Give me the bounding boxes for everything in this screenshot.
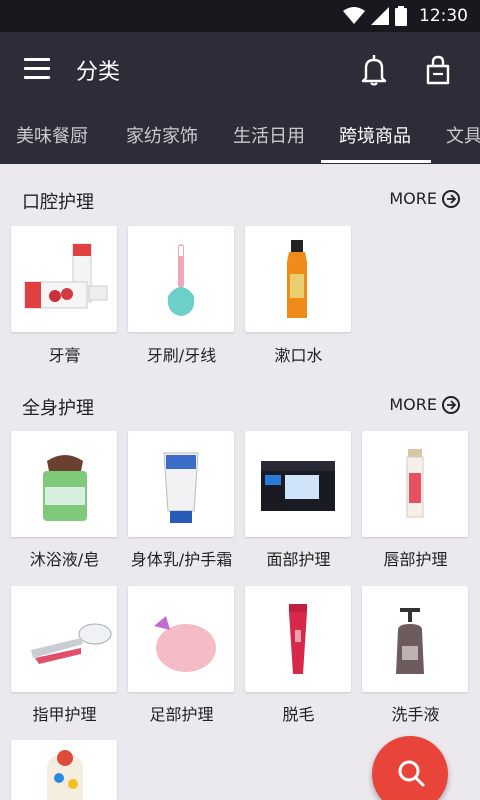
- category-label: 牙刷/牙线: [146, 346, 217, 365]
- hand-cream-icon: [163, 452, 199, 523]
- toothbrush-icon: [167, 244, 195, 316]
- category-tile-nail-care[interactable]: [11, 586, 117, 692]
- more-label: MORE: [389, 189, 437, 208]
- tab-jiafang-jiashi[interactable]: 家纺家饰: [126, 110, 198, 164]
- section-title-oral-care: 口腔护理: [22, 192, 94, 213]
- category-tile-partial[interactable]: [11, 740, 117, 800]
- tab-wenju[interactable]: 文具: [446, 110, 480, 164]
- status-bar: 12:30: [0, 0, 480, 32]
- category-label: 脱毛: [282, 705, 315, 724]
- category-label: 漱口水: [274, 346, 323, 365]
- more-label: MORE: [389, 395, 437, 414]
- page-title: 分类: [76, 60, 121, 85]
- category-label: 洗手液: [391, 705, 440, 724]
- category-tile-mouthwash[interactable]: [245, 226, 351, 332]
- toothpaste-icon: [24, 243, 108, 309]
- category-tabs: 美味餐厨 家纺家饰 生活日用 跨境商品 文具: [0, 110, 480, 164]
- epilator-icon: [289, 604, 307, 674]
- app-bar: 分类: [0, 32, 480, 110]
- nail-clipper-icon: [31, 623, 112, 664]
- category-tile-facial-care[interactable]: [245, 431, 351, 537]
- category-tile-lip-care[interactable]: [362, 431, 468, 537]
- status-icons: 12:30: [343, 0, 468, 32]
- tab-shenghuo-riyong[interactable]: 生活日用: [233, 110, 305, 164]
- category-tile-hand-soap[interactable]: [362, 586, 468, 692]
- bell-icon[interactable]: [360, 54, 388, 86]
- product-image-icon: [47, 750, 83, 800]
- wifi-icon: [343, 7, 365, 24]
- arrow-right-circle-icon: [442, 189, 460, 208]
- battery-icon: [395, 6, 407, 26]
- soap-icon: [43, 455, 87, 521]
- foot-sponge-icon: [154, 616, 216, 672]
- more-link-body-care[interactable]: MORE: [389, 395, 460, 414]
- tab-kuajing-shangpin[interactable]: 跨境商品: [339, 110, 411, 164]
- cotton-pads-icon: [261, 461, 335, 511]
- hand-soap-pump-icon: [396, 608, 424, 674]
- section-title-body-care: 全身护理: [22, 398, 94, 419]
- category-tile-body-lotion[interactable]: [128, 431, 234, 537]
- shopping-bag-icon[interactable]: [424, 54, 452, 86]
- category-label: 牙膏: [48, 346, 81, 365]
- search-fab-button[interactable]: [372, 736, 448, 800]
- category-label: 面部护理: [266, 550, 331, 569]
- active-tab-indicator: [321, 160, 431, 163]
- more-link-oral-care[interactable]: MORE: [389, 189, 460, 208]
- category-label: 足部护理: [149, 705, 214, 724]
- category-tile-soap[interactable]: [11, 431, 117, 537]
- category-tile-toothpaste[interactable]: [11, 226, 117, 332]
- lip-balm-icon: [406, 449, 424, 518]
- menu-icon[interactable]: [24, 58, 50, 82]
- category-label: 沐浴液/皂: [29, 550, 100, 569]
- category-tile-foot-care[interactable]: [128, 586, 234, 692]
- tab-meiwei-canchu[interactable]: 美味餐厨: [16, 110, 88, 164]
- category-label: 唇部护理: [383, 550, 448, 569]
- arrow-right-circle-icon: [442, 395, 460, 414]
- status-time: 12:30: [419, 6, 468, 26]
- search-icon: [398, 760, 425, 787]
- mouthwash-icon: [287, 240, 307, 318]
- category-tile-toothbrush[interactable]: [128, 226, 234, 332]
- category-label: 指甲护理: [32, 705, 97, 724]
- category-tile-hair-removal[interactable]: [245, 586, 351, 692]
- category-label: 身体乳/护手霜: [130, 550, 233, 569]
- cell-signal-icon: [371, 7, 389, 25]
